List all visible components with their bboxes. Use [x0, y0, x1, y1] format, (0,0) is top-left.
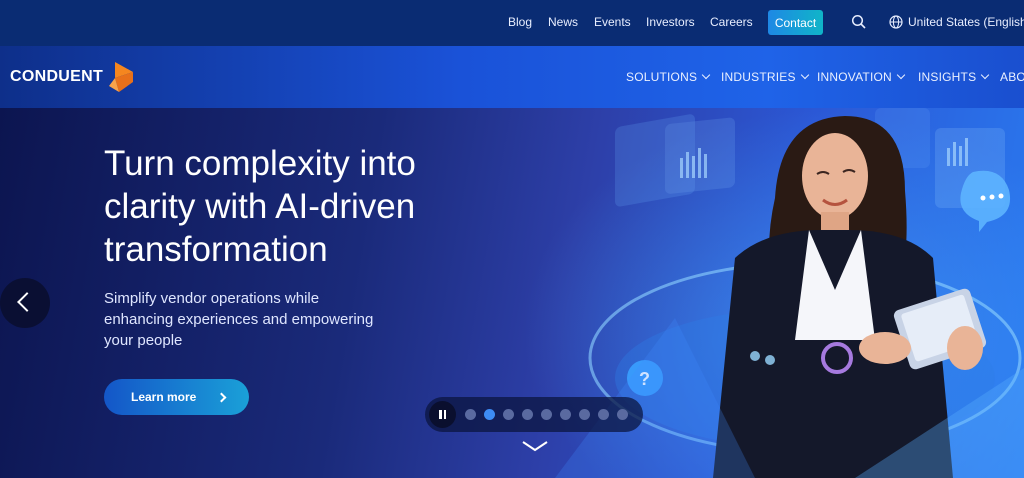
carousel-dot[interactable]	[465, 409, 476, 420]
hero-banner: ? Turn complexity into clarity with AI-d…	[0, 108, 1024, 478]
carousel-dot[interactable]	[617, 409, 628, 420]
hero-title: Turn complexity into clarity with AI-dri…	[104, 144, 416, 269]
utility-link-events[interactable]: Events	[594, 15, 631, 29]
nav-insights[interactable]: INSIGHTS	[918, 70, 990, 84]
utility-link-careers[interactable]: Careers	[710, 15, 753, 29]
main-nav: CONDUENT SOLUTIONS INDUSTRIES INNOVATION…	[0, 46, 1024, 108]
brand-name: CONDUENT	[10, 68, 104, 85]
chevron-down-icon[interactable]	[522, 440, 548, 452]
utility-link-investors[interactable]: Investors	[646, 15, 695, 29]
carousel-dot[interactable]	[503, 409, 514, 420]
carousel-dot[interactable]	[598, 409, 609, 420]
chevron-down-icon	[701, 70, 711, 80]
utility-bar: Blog News Events Investors Careers Conta…	[0, 0, 1024, 46]
learn-more-button[interactable]: Learn more	[104, 379, 249, 415]
nav-solutions-label: SOLUTIONS	[626, 70, 698, 84]
carousel-dot[interactable]	[579, 409, 590, 420]
nav-industries-label: INDUSTRIES	[721, 70, 796, 84]
chevron-down-icon	[896, 70, 906, 80]
utility-link-news[interactable]: News	[548, 15, 578, 29]
conduent-logo[interactable]: CONDUENT	[10, 60, 141, 94]
chevron-down-icon	[800, 70, 809, 80]
carousel-dot[interactable]	[541, 409, 552, 420]
nav-industries[interactable]: INDUSTRIES	[721, 70, 809, 84]
carousel-prev-button[interactable]	[0, 278, 50, 328]
brand-mark-icon	[109, 62, 134, 92]
chevron-right-icon	[216, 392, 227, 402]
hero-subtitle: Simplify vendor operations while enhanci…	[104, 290, 374, 349]
pause-icon[interactable]	[429, 401, 456, 428]
nav-insights-label: INSIGHTS	[918, 70, 977, 84]
nav-solutions[interactable]: SOLUTIONS	[626, 70, 711, 84]
carousel-dot-active[interactable]	[484, 409, 495, 420]
search-icon[interactable]	[851, 14, 867, 30]
chevron-down-icon	[981, 70, 990, 80]
contact-button[interactable]: Contact	[768, 10, 823, 35]
nav-about-label: ABO	[1000, 70, 1024, 84]
globe-icon	[889, 15, 903, 29]
learn-more-label: Learn more	[131, 390, 197, 404]
nav-about[interactable]: ABO	[1000, 70, 1024, 84]
carousel-dot[interactable]	[560, 409, 571, 420]
nav-innovation[interactable]: INNOVATION	[817, 70, 906, 84]
nav-innovation-label: INNOVATION	[817, 70, 892, 84]
carousel-dot[interactable]	[522, 409, 533, 420]
region-selector[interactable]: United States (English)	[908, 15, 1024, 29]
utility-link-blog[interactable]: Blog	[508, 15, 532, 29]
carousel-controls	[425, 397, 643, 432]
